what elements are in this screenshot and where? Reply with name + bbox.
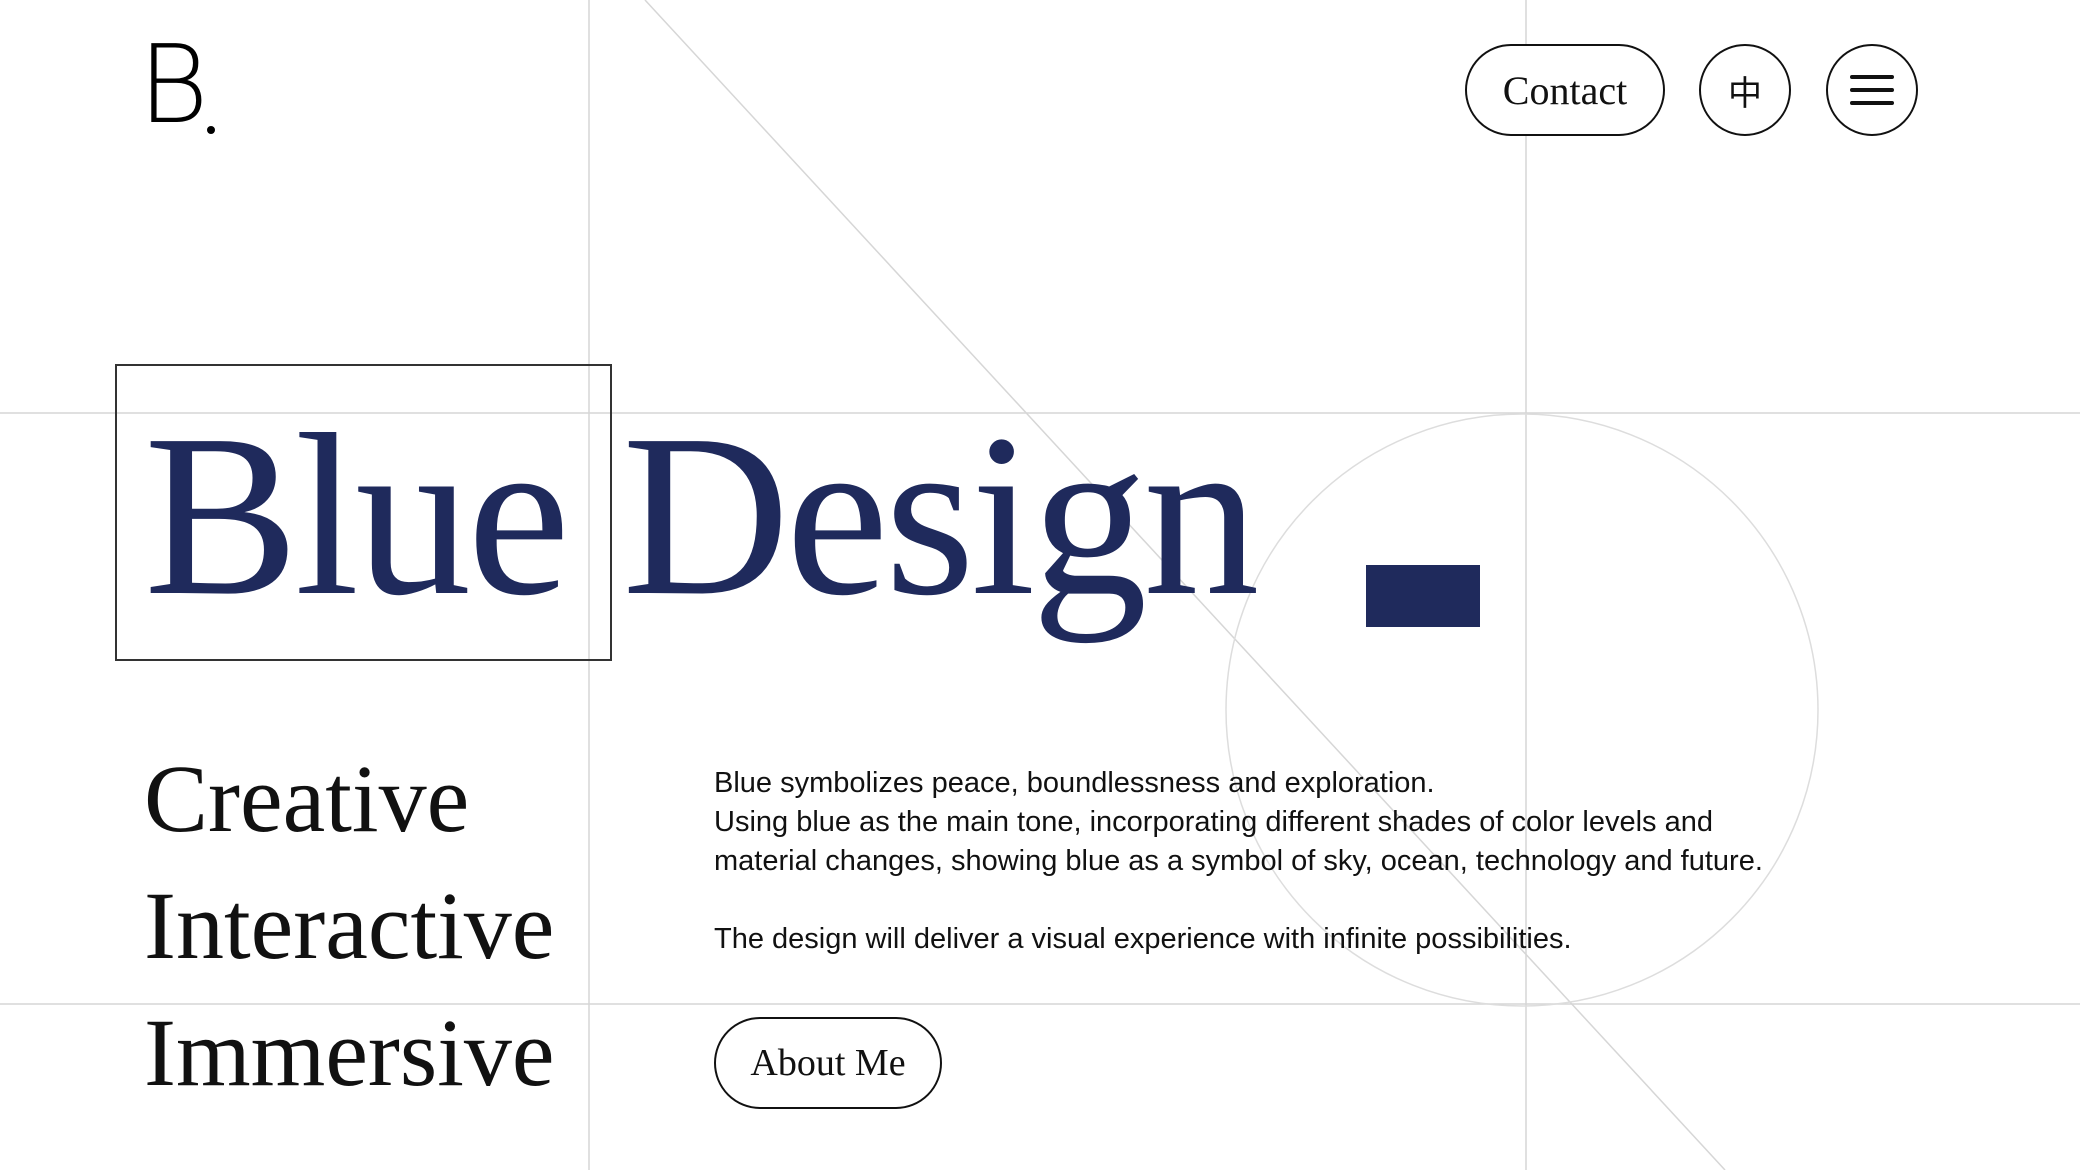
keyword-creative: Creative	[144, 745, 470, 852]
about-me-button[interactable]: About Me	[714, 1017, 942, 1109]
hero-accent-block	[1366, 565, 1480, 627]
hero-title: Blue Design	[144, 387, 1259, 660]
menu-bar-middle	[1850, 88, 1894, 92]
keyword-interactive: Interactive	[144, 872, 555, 979]
description-line-2: Using blue as the main tone, incorporati…	[714, 806, 1713, 838]
page: B Contact 中 Blue Design Creative Interac…	[0, 0, 2080, 1170]
logo-dot	[206, 126, 215, 134]
description-line-4: The design will deliver a visual experie…	[714, 923, 1572, 955]
description: Blue symbolizes peace, boundlessness and…	[714, 764, 1864, 959]
description-line-1: Blue symbolizes peace, boundlessness and…	[714, 767, 1435, 799]
description-line-3: material changes, showing blue as a symb…	[714, 845, 1763, 877]
hero-word-blue: Blue	[144, 387, 570, 644]
logo[interactable]: B	[138, 23, 218, 148]
keyword-list: Creative Interactive Immersive	[144, 735, 555, 1116]
language-toggle-button[interactable]: 中	[1699, 44, 1791, 136]
logo-letter: B	[138, 23, 209, 148]
keyword-immersive: Immersive	[144, 999, 555, 1106]
menu-bar-top	[1850, 75, 1894, 79]
hamburger-menu-icon[interactable]	[1826, 44, 1918, 136]
menu-bar-bottom	[1850, 101, 1894, 105]
contact-button[interactable]: Contact	[1465, 44, 1665, 136]
hero-word-design: Design	[622, 387, 1259, 644]
